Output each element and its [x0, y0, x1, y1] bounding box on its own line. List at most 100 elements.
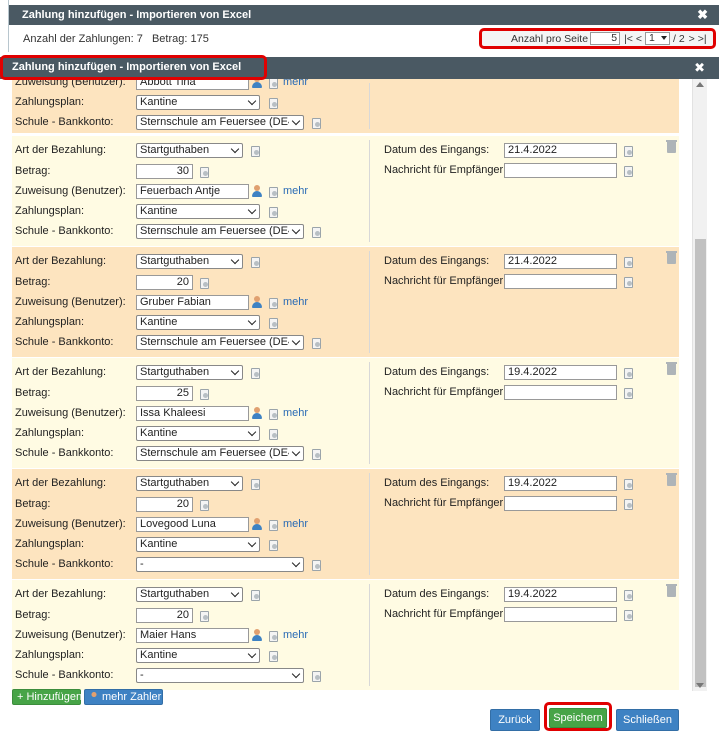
copy-icon[interactable] [269, 298, 278, 309]
user-input[interactable]: Gruber Fabian [136, 295, 249, 310]
payment-plan-select[interactable]: Kantine [136, 537, 260, 552]
copy-icon[interactable] [312, 671, 321, 682]
trash-icon[interactable] [666, 362, 677, 375]
amount-input[interactable]: 30 [136, 164, 193, 179]
scroll-down-icon[interactable] [696, 683, 704, 688]
amount-input[interactable]: 20 [136, 275, 193, 290]
copy-icon[interactable] [312, 227, 321, 238]
school-account-select[interactable]: Sternschule am Feuersee (DE4 [136, 115, 304, 130]
copy-icon[interactable] [200, 389, 209, 400]
background-close-icon[interactable]: ✖ [697, 5, 708, 25]
first-prev-page-button[interactable]: |< < [624, 33, 642, 45]
message-input[interactable] [504, 607, 617, 622]
copy-icon[interactable] [624, 146, 633, 157]
copy-icon[interactable] [624, 610, 633, 621]
mehr-link[interactable]: mehr [283, 518, 308, 530]
mehr-link[interactable]: mehr [283, 296, 308, 308]
trash-icon[interactable] [666, 473, 677, 486]
person-icon[interactable] [251, 407, 263, 420]
page-select[interactable]: 1 [644, 32, 670, 45]
copy-icon[interactable] [269, 318, 278, 329]
copy-icon[interactable] [200, 500, 209, 511]
received-date-input[interactable]: 19.4.2022 [504, 587, 617, 602]
received-date-input[interactable]: 19.4.2022 [504, 365, 617, 380]
copy-icon[interactable] [624, 257, 633, 268]
close-button[interactable]: Schließen [616, 709, 679, 731]
copy-icon[interactable] [251, 590, 260, 601]
payment-type-select[interactable]: Startguthaben [136, 476, 243, 491]
message-input[interactable] [504, 163, 617, 178]
per-page-input[interactable]: 5 [590, 32, 621, 45]
scroll-thumb[interactable] [695, 239, 706, 687]
copy-icon[interactable] [312, 118, 321, 129]
copy-icon[interactable] [269, 651, 278, 662]
received-date-input[interactable]: 21.4.2022 [504, 254, 617, 269]
copy-icon[interactable] [269, 631, 278, 642]
copy-icon[interactable] [200, 167, 209, 178]
copy-icon[interactable] [269, 520, 278, 531]
copy-icon[interactable] [312, 338, 321, 349]
copy-icon[interactable] [251, 257, 260, 268]
person-icon[interactable] [251, 296, 263, 309]
add-payment-button[interactable]: + Hinzufügen [12, 689, 82, 705]
copy-icon[interactable] [624, 499, 633, 510]
copy-icon[interactable] [624, 166, 633, 177]
user-input[interactable]: Abbott Tina [136, 79, 249, 90]
amount-input[interactable]: 20 [136, 608, 193, 623]
payment-plan-select[interactable]: Kantine [136, 426, 260, 441]
mehr-link[interactable]: mehr [283, 407, 308, 419]
received-date-input[interactable]: 21.4.2022 [504, 143, 617, 158]
copy-icon[interactable] [624, 277, 633, 288]
copy-icon[interactable] [269, 98, 278, 109]
person-icon[interactable] [251, 518, 263, 531]
message-input[interactable] [504, 385, 617, 400]
user-input[interactable]: Feuerbach Antje [136, 184, 249, 199]
copy-icon[interactable] [251, 479, 260, 490]
person-icon[interactable] [251, 185, 263, 198]
mehr-link[interactable]: mehr [283, 629, 308, 641]
payment-plan-select[interactable]: Kantine [136, 315, 260, 330]
received-date-input[interactable]: 19.4.2022 [504, 476, 617, 491]
scroll-up-icon[interactable] [696, 82, 704, 87]
person-icon[interactable] [251, 629, 263, 642]
copy-icon[interactable] [269, 207, 278, 218]
close-icon[interactable]: ✖ [694, 60, 705, 76]
trash-icon[interactable] [666, 584, 677, 597]
payment-plan-select[interactable]: Kantine [136, 95, 260, 110]
vertical-scrollbar[interactable] [692, 79, 707, 691]
school-account-select[interactable]: - [136, 668, 304, 683]
school-account-select[interactable]: - [136, 557, 304, 572]
message-input[interactable] [504, 496, 617, 511]
payment-type-select[interactable]: Startguthaben [136, 365, 243, 380]
save-button[interactable]: Speichern [549, 708, 607, 728]
copy-icon[interactable] [624, 368, 633, 379]
copy-icon[interactable] [269, 429, 278, 440]
user-input[interactable]: Maier Hans [136, 628, 249, 643]
payment-type-select[interactable]: Startguthaben [136, 587, 243, 602]
copy-icon[interactable] [624, 479, 633, 490]
school-account-select[interactable]: Sternschule am Feuersee (DE4 [136, 335, 304, 350]
copy-icon[interactable] [269, 187, 278, 198]
copy-icon[interactable] [200, 278, 209, 289]
next-last-page-button[interactable]: > >| [689, 33, 707, 45]
amount-input[interactable]: 20 [136, 497, 193, 512]
copy-icon[interactable] [251, 368, 260, 379]
user-input[interactable]: Issa Khaleesi [136, 406, 249, 421]
payment-plan-select[interactable]: Kantine [136, 648, 260, 663]
payment-type-select[interactable]: Startguthaben [136, 254, 243, 269]
copy-icon[interactable] [624, 590, 633, 601]
trash-icon[interactable] [666, 140, 677, 153]
trash-icon[interactable] [666, 251, 677, 264]
message-input[interactable] [504, 274, 617, 289]
more-payers-button[interactable]: mehr Zahler [84, 689, 163, 705]
back-button[interactable]: Zurück [490, 709, 540, 731]
copy-icon[interactable] [269, 79, 278, 89]
mehr-link[interactable]: mehr [283, 185, 308, 197]
payment-list[interactable]: Zuweisung (Benutzer): Abbott Tina mehr Z… [12, 79, 679, 691]
mehr-link[interactable]: mehr [283, 79, 308, 88]
school-account-select[interactable]: Sternschule am Feuersee (DE4 [136, 446, 304, 461]
copy-icon[interactable] [312, 560, 321, 571]
school-account-select[interactable]: Sternschule am Feuersee (DE4 [136, 224, 304, 239]
copy-icon[interactable] [312, 449, 321, 460]
payment-plan-select[interactable]: Kantine [136, 204, 260, 219]
